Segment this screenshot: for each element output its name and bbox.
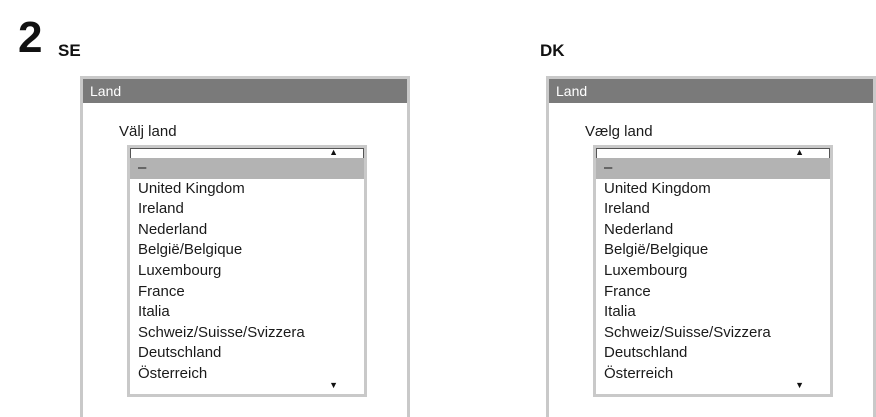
list-item-selected[interactable]: –: [130, 158, 364, 179]
panel-header: Land: [549, 79, 873, 103]
country-listbox[interactable]: ▲ – United Kingdom Ireland Nederland Bel…: [127, 145, 367, 397]
scroll-down-arrow-icon[interactable]: ▼: [795, 381, 804, 390]
list-item[interactable]: Ireland: [596, 199, 830, 220]
language-code-dk: DK: [540, 41, 565, 60]
list-item-selected[interactable]: –: [596, 158, 830, 179]
list-item[interactable]: Luxembourg: [596, 261, 830, 282]
list-item[interactable]: United Kingdom: [596, 179, 830, 200]
list-item[interactable]: Nederland: [596, 220, 830, 241]
language-code-se: SE: [58, 41, 81, 60]
step-number: 2: [18, 13, 43, 62]
list-item[interactable]: Schweiz/Suisse/Svizzera: [130, 323, 364, 344]
country-menu-panel-se: Land Välj land ▲ – United Kingdom Irelan…: [80, 76, 410, 417]
list-item[interactable]: België/Belgique: [130, 240, 364, 261]
list-item[interactable]: Italia: [596, 302, 830, 323]
list-item[interactable]: Ireland: [130, 199, 364, 220]
list-item[interactable]: Schweiz/Suisse/Svizzera: [596, 323, 830, 344]
scroll-up-arrow-icon[interactable]: ▲: [329, 148, 338, 157]
panel-header: Land: [83, 79, 407, 103]
list-item[interactable]: France: [596, 282, 830, 303]
list-item[interactable]: Italia: [130, 302, 364, 323]
select-country-label: Vælg land: [585, 123, 653, 140]
list-item[interactable]: Deutschland: [596, 343, 830, 364]
list-item[interactable]: Nederland: [130, 220, 364, 241]
scroll-down-arrow-icon[interactable]: ▼: [329, 381, 338, 390]
country-listbox[interactable]: ▲ – United Kingdom Ireland Nederland Bel…: [593, 145, 833, 397]
list-item[interactable]: Luxembourg: [130, 261, 364, 282]
list-item[interactable]: België/Belgique: [596, 240, 830, 261]
country-menu-panel-dk: Land Vælg land ▲ – United Kingdom Irelan…: [546, 76, 876, 417]
scroll-up-arrow-icon[interactable]: ▲: [795, 148, 804, 157]
list-item[interactable]: France: [130, 282, 364, 303]
select-country-label: Välj land: [119, 123, 177, 140]
list-item[interactable]: United Kingdom: [130, 179, 364, 200]
list-item[interactable]: Deutschland: [130, 343, 364, 364]
